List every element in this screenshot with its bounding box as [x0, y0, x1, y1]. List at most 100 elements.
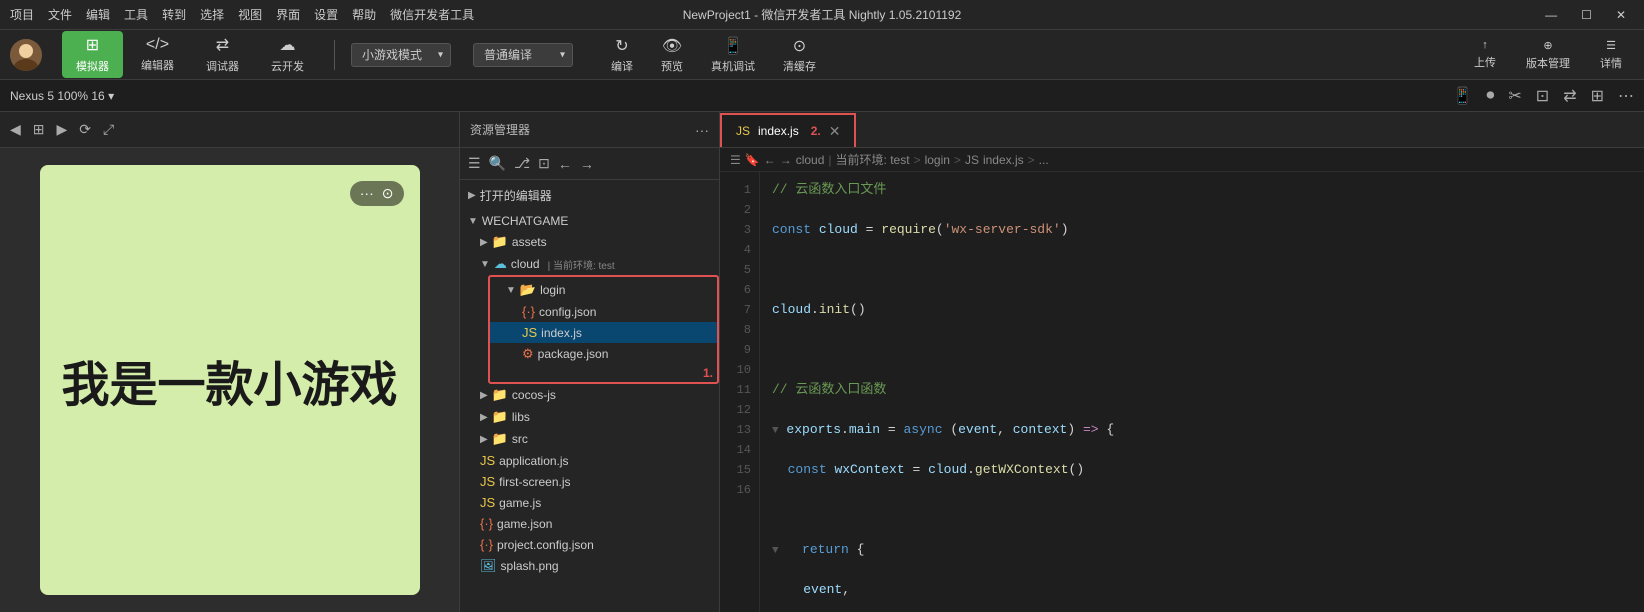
breadcrumb-js-icon: JS	[965, 153, 979, 167]
detail-button[interactable]: ☰ 详情	[1588, 35, 1634, 75]
code-content[interactable]: // 云函数入口文件 const cloud = require('wx-ser…	[760, 172, 1644, 612]
explorer-branch-icon[interactable]: ⎇	[514, 155, 530, 172]
debugger-button[interactable]: ⇄ 调试器	[192, 31, 253, 78]
prev-device-button[interactable]: ◀	[10, 121, 21, 138]
preview-button[interactable]: 👁 预览	[649, 33, 695, 77]
menu-goto[interactable]: 转到	[162, 6, 186, 23]
open-editors-chevron: ▶	[468, 190, 476, 201]
menu-edit[interactable]: 编辑	[86, 6, 110, 23]
record-icon[interactable]: ⏺	[1486, 87, 1494, 105]
tab-close-button[interactable]: ✕	[829, 123, 841, 140]
tree-item-libs[interactable]: ▶ 📁 libs	[468, 406, 719, 428]
menu-interface[interactable]: 界面	[276, 6, 300, 23]
menu-settings[interactable]: 设置	[314, 6, 338, 23]
tab-index-js[interactable]: JS index.js 2. ✕	[720, 113, 856, 147]
code-editor: JS index.js 2. ✕ ☰ 🔖 ← → cloud | 当前环境: t…	[720, 112, 1644, 612]
breadcrumb-login: login	[925, 153, 950, 167]
main-toolbar: ⊞ 模拟器 </> 编辑器 ⇄ 调试器 ☁ 云开发 小游戏模式 小程序模式 普通…	[0, 30, 1644, 80]
tree-item-game-js[interactable]: JS game.js	[468, 492, 719, 513]
breadcrumb-cloud: cloud	[796, 153, 825, 167]
fullscreen-device-button[interactable]: ⤢	[103, 121, 114, 138]
explorer-back-icon[interactable]: ←	[558, 156, 572, 172]
explorer-title: 资源管理器	[470, 121, 530, 138]
cloud-label: cloud	[511, 257, 540, 271]
menu-select[interactable]: 选择	[200, 6, 224, 23]
tree-item-project-config-json[interactable]: {·} project.config.json	[468, 534, 719, 555]
breadcrumb-bookmark-icon: 🔖	[745, 153, 760, 167]
menu-tools[interactable]: 工具	[124, 6, 148, 23]
device-icon[interactable]: 📱	[1452, 86, 1472, 106]
editor-button[interactable]: </> 编辑器	[127, 31, 188, 78]
index-js-label: index.js	[541, 326, 582, 340]
mode-buttons: ⊞ 模拟器 </> 编辑器 ⇄ 调试器 ☁ 云开发	[62, 31, 318, 78]
wechatgame-header[interactable]: ▼ WECHATGAME	[460, 211, 719, 231]
minimize-button[interactable]: —	[1537, 6, 1565, 24]
device-info[interactable]: Nexus 5 100% 16 ▾	[10, 89, 114, 103]
home-device-button[interactable]: ⊞	[33, 121, 45, 138]
mode-select[interactable]: 小游戏模式 小程序模式	[351, 43, 451, 67]
connection-icon[interactable]: ⇄	[1563, 86, 1576, 106]
explorer-header-icons: ···	[695, 122, 709, 138]
tree-item-index-js[interactable]: JS index.js	[490, 322, 717, 343]
remote-debug-icon: 📱	[723, 36, 743, 56]
more-icon[interactable]: ⋯	[1618, 86, 1634, 106]
menu-view[interactable]: 视图	[238, 6, 262, 23]
cloud-button[interactable]: ☁ 云开发	[257, 31, 318, 78]
compile-select-wrapper[interactable]: 普通编译 自定义编译	[473, 43, 573, 67]
tree-item-assets[interactable]: ▶ 📁 assets	[468, 231, 719, 253]
explorer-split-icon[interactable]: ⊡	[538, 155, 550, 172]
breadcrumb-back-icon[interactable]: ←	[764, 153, 776, 167]
rotate-device-button[interactable]: ⟳	[79, 121, 91, 138]
close-button[interactable]: ✕	[1608, 6, 1634, 24]
explorer-list-icon[interactable]: ☰	[468, 155, 481, 172]
tree-item-src[interactable]: ▶ 📁 src	[468, 428, 719, 450]
tree-item-splash-png[interactable]: 🖼 splash.png	[468, 555, 719, 577]
menu-project[interactable]: 项目	[10, 6, 34, 23]
simulator-button[interactable]: ⊞ 模拟器	[62, 31, 123, 78]
tree-item-application-js[interactable]: JS application.js	[468, 450, 719, 471]
window-controls[interactable]: — ☐ ✕	[1537, 6, 1634, 24]
menu-bar[interactable]: 项目 文件 编辑 工具 转到 选择 视图 界面 设置 帮助 微信开发者工具	[10, 6, 474, 23]
tree-item-first-screen-js[interactable]: JS first-screen.js	[468, 471, 719, 492]
menu-wechat-devtools[interactable]: 微信开发者工具	[390, 6, 474, 23]
phone-controls[interactable]: ··· ⊙	[350, 181, 404, 206]
tree-item-cocos-js[interactable]: ▶ 📁 cocos-js	[468, 384, 719, 406]
menu-file[interactable]: 文件	[48, 6, 72, 23]
window-icon[interactable]: ⊡	[1536, 86, 1549, 106]
clear-cache-button[interactable]: ⊙ 清缓存	[771, 33, 828, 77]
menu-help[interactable]: 帮助	[352, 6, 376, 23]
open-editors-header[interactable]: ▶ 打开的编辑器	[460, 184, 719, 207]
compile-select[interactable]: 普通编译 自定义编译	[473, 43, 573, 67]
explorer-forward-icon[interactable]: →	[580, 156, 594, 172]
project-config-json-label: project.config.json	[497, 538, 594, 552]
package-json-icon: ⚙	[522, 346, 534, 362]
next-device-button[interactable]: ▶	[57, 121, 68, 138]
upload-button[interactable]: ↑ 上传	[1462, 35, 1508, 74]
splash-png-label: splash.png	[501, 559, 559, 573]
tree-item-game-json[interactable]: {·} game.json	[468, 513, 719, 534]
phone-camera-button[interactable]: ⊙	[382, 185, 394, 202]
breadcrumb-forward-icon[interactable]: →	[780, 153, 792, 167]
file-tree: ▶ 📁 assets ▼ ☁ cloud | 当前环境: test	[460, 231, 719, 577]
explorer-search-icon[interactable]: 🔍	[489, 155, 506, 172]
remote-debug-button[interactable]: 📱 真机调试	[699, 33, 767, 77]
split-icon[interactable]: ⊞	[1591, 86, 1604, 106]
phone-menu-button[interactable]: ···	[360, 185, 374, 202]
compile-button[interactable]: ↻ 编译	[599, 33, 645, 77]
maximize-button[interactable]: ☐	[1573, 6, 1600, 24]
tree-item-login[interactable]: ▼ 📂 login	[490, 279, 717, 301]
first-screen-js-icon: JS	[480, 474, 495, 489]
code-line-1: // 云函数入口文件	[772, 180, 1632, 200]
cocos-label: cocos-js	[512, 388, 556, 402]
preview-panel: ◀ ⊞ ▶ ⟳ ⤢ ··· ⊙ 我是一款小游戏	[0, 112, 460, 612]
src-chevron: ▶	[480, 434, 488, 445]
tree-item-config-json[interactable]: {·} config.json	[490, 301, 717, 322]
avatar[interactable]	[10, 39, 42, 71]
explorer-more-icon[interactable]: ···	[695, 122, 709, 138]
mode-select-wrapper[interactable]: 小游戏模式 小程序模式	[351, 43, 451, 67]
tree-item-cloud[interactable]: ▼ ☁ cloud | 当前环境: test	[468, 253, 719, 275]
tree-item-package-json[interactable]: ⚙ package.json	[490, 343, 717, 365]
version-mgr-button[interactable]: ⊕ 版本管理	[1514, 35, 1582, 75]
screenshot-icon[interactable]: ✂	[1508, 86, 1521, 106]
application-js-icon: JS	[480, 453, 495, 468]
